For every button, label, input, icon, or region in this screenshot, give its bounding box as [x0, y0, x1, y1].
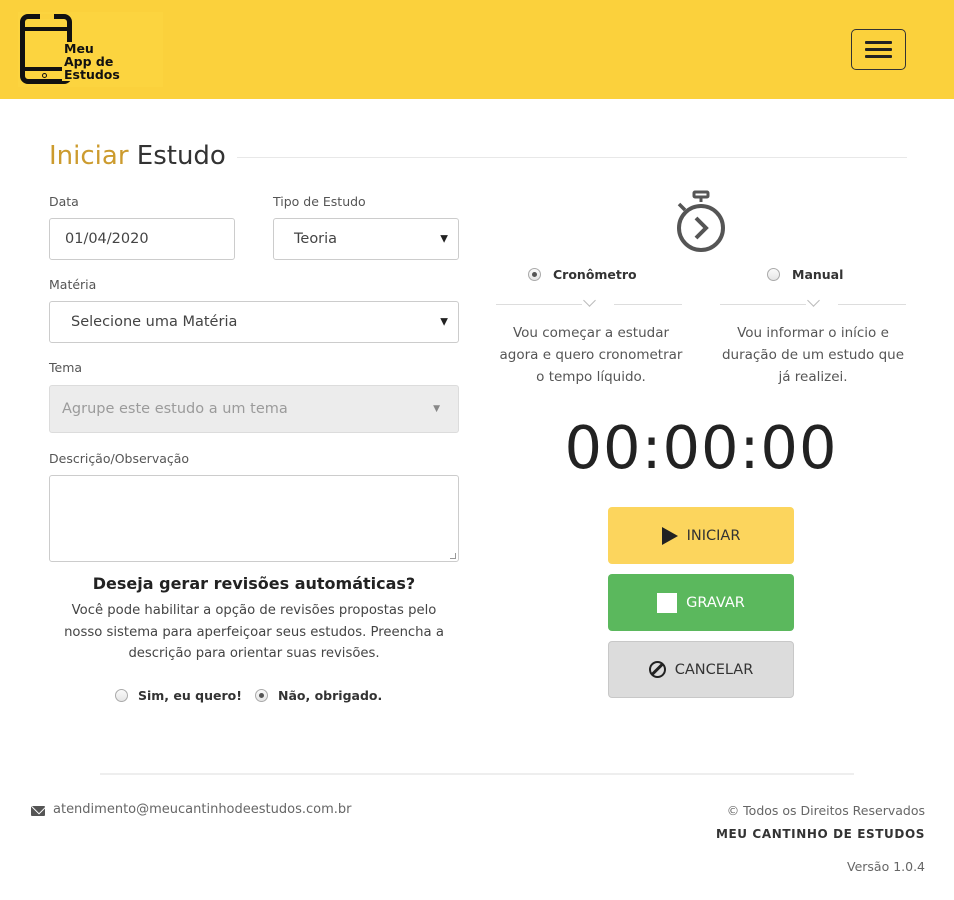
revisions-title: Deseja gerar revisões automáticas?: [92, 574, 416, 593]
caret-down-icon: ▼: [433, 404, 440, 414]
mode-divider: [720, 304, 806, 305]
date-value: 01/04/2020: [65, 231, 149, 247]
mode-manual-radio[interactable]: [767, 268, 780, 281]
save-button-label: GRAVAR: [686, 594, 745, 611]
description-label: Descrição/Observação: [49, 451, 190, 466]
footer-email-link[interactable]: atendimento@meucantinhodeestudos.com.br: [53, 802, 351, 817]
study-type-select[interactable]: Teoria ▼: [273, 218, 459, 260]
footer-rights: © Todos os Direitos Reservados: [726, 803, 925, 818]
mode-divider: [614, 304, 682, 305]
logo-text: Meu App de Estudos: [62, 42, 120, 81]
stopwatch-icon: [677, 190, 725, 252]
mode-divider: [496, 304, 582, 305]
timer-display: 00:00:00: [564, 413, 838, 482]
page-title-main: Estudo: [136, 141, 226, 171]
hamburger-icon: [865, 41, 892, 44]
envelope-icon: [31, 806, 45, 816]
caret-down-icon: ▼: [440, 316, 448, 328]
revisions-yes-label[interactable]: Sim, eu quero!: [138, 688, 242, 703]
date-input[interactable]: 01/04/2020: [49, 218, 235, 260]
subject-value: Selecione uma Matéria: [71, 314, 238, 330]
mode-cronometro-description: Vou começar a estudar agora e quero cron…: [499, 325, 683, 385]
footer-divider: [100, 773, 854, 775]
topic-label: Tema: [49, 360, 83, 375]
subject-label: Matéria: [49, 277, 97, 292]
subject-select[interactable]: Selecione uma Matéria ▼: [49, 301, 459, 343]
revisions-no-label[interactable]: Não, obrigado.: [278, 688, 382, 703]
revisions-yes-radio[interactable]: [115, 689, 128, 702]
date-label: Data: [49, 194, 79, 209]
resize-handle-icon[interactable]: [450, 553, 456, 559]
logo-line-3: Estudos: [64, 67, 120, 82]
page-title-accent: Iniciar: [49, 141, 129, 171]
description-textarea[interactable]: [49, 475, 459, 562]
caret-down-icon: ▼: [440, 233, 448, 245]
ban-icon: [648, 661, 666, 678]
revisions-no-radio[interactable]: [255, 689, 268, 702]
hamburger-icon-bar: [865, 55, 892, 58]
hamburger-icon-bar: [865, 48, 892, 51]
topic-select[interactable]: Agrupe este estudo a um tema ▼: [49, 385, 459, 433]
cancel-button-label: CANCELAR: [674, 661, 754, 678]
save-button[interactable]: GRAVAR: [608, 574, 794, 631]
revisions-description: Você pode habilitar a opção de revisões …: [64, 603, 444, 661]
page-title: Iniciar Estudo: [49, 138, 226, 174]
title-divider: [237, 157, 907, 158]
study-type-label: Tipo de Estudo: [273, 194, 366, 209]
cancel-button[interactable]: CANCELAR: [608, 641, 794, 698]
mode-manual-description: Vou informar o início e duração de um es…: [721, 325, 905, 385]
footer-version: Versão 1.0.4: [846, 859, 925, 874]
play-icon: [661, 526, 678, 545]
mode-cronometro-radio[interactable]: [528, 268, 541, 281]
mode-manual-label[interactable]: Manual: [792, 267, 843, 282]
app-logo[interactable]: Meu App de Estudos: [18, 12, 163, 87]
chevron-down-icon: [807, 294, 820, 307]
menu-toggle-button[interactable]: [851, 29, 906, 70]
start-button-label: INICIAR: [686, 527, 741, 544]
mode-divider: [838, 304, 906, 305]
app-header: Meu App de Estudos: [0, 0, 954, 99]
footer-brand: MEU CANTINHO DE ESTUDOS: [715, 827, 925, 841]
mode-cronometro-label[interactable]: Cronômetro: [553, 267, 637, 282]
chevron-down-icon: [583, 294, 596, 307]
start-button[interactable]: INICIAR: [608, 507, 794, 564]
study-type-value: Teoria: [294, 231, 338, 247]
stop-icon: [657, 592, 678, 613]
topic-placeholder: Agrupe este estudo a um tema: [62, 401, 288, 417]
